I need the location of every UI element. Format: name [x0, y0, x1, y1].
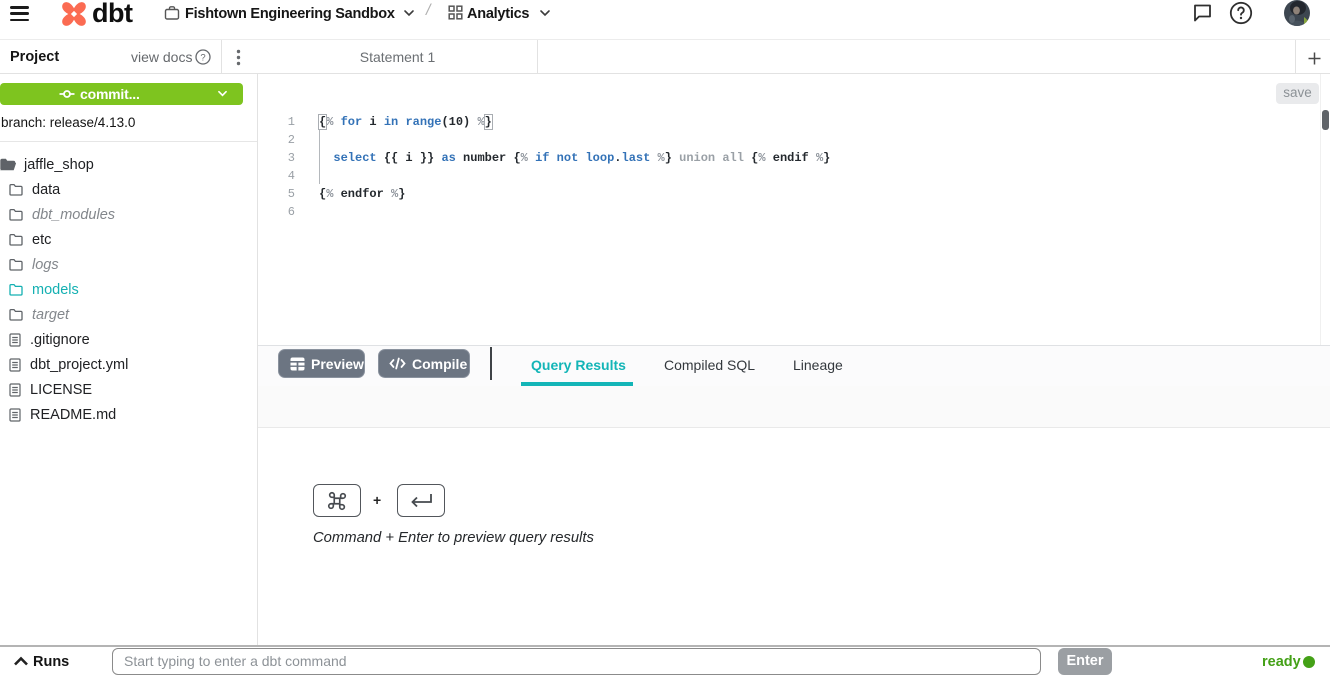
svg-text:?: ?	[200, 52, 205, 63]
